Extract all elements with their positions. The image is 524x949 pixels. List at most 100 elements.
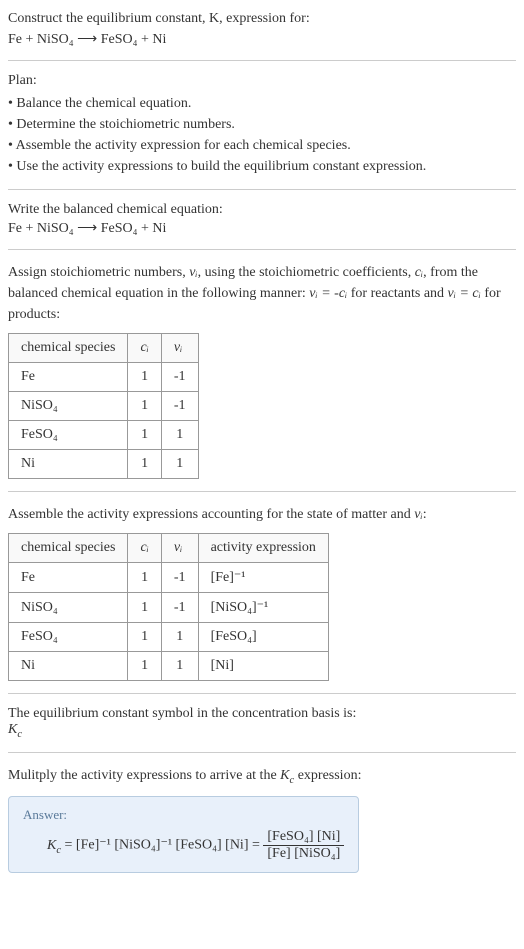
reaction-equation: Fe + NiSO₄ ⟶ FeSO₄ + Ni (8, 31, 516, 48)
cell-ci: 1 (128, 392, 161, 421)
plan-section: Plan: Balance the chemical equation. Det… (8, 73, 516, 177)
cell-species: FeSO₄ (9, 623, 128, 652)
cell-ci: 1 (128, 421, 161, 450)
construct-text: Construct the equilibrium constant, K, e… (8, 8, 516, 29)
multiply-section: Mulitply the activity expressions to arr… (8, 765, 516, 874)
c-i: cᵢ (415, 265, 423, 280)
cell-ci: 1 (128, 363, 161, 392)
multiply-line: Mulitply the activity expressions to arr… (8, 765, 516, 789)
table-header-row: chemical species cᵢ νᵢ activity expressi… (9, 534, 329, 563)
eq-sign: = (61, 838, 76, 853)
stoich-table: chemical species cᵢ νᵢ Fe 1 -1 NiSO₄ 1 -… (8, 333, 199, 479)
cell-nui: -1 (161, 563, 198, 593)
kc-text: Kc (8, 722, 22, 737)
cell-nui: -1 (161, 593, 198, 623)
cell-expr: [NiSO₄]⁻¹ (198, 593, 328, 623)
table-header-row: chemical species cᵢ νᵢ (9, 334, 199, 363)
construct-prompt: Construct the equilibrium constant, K, e… (8, 8, 516, 48)
table-row: NiSO₄ 1 -1 [NiSO₄]⁻¹ (9, 593, 329, 623)
cell-species: Ni (9, 652, 128, 681)
term: [Fe]⁻¹ (76, 838, 111, 853)
cell-ci: 1 (128, 593, 161, 623)
divider (8, 189, 516, 190)
plan-list: Balance the chemical equation. Determine… (8, 93, 516, 177)
plan-item: Determine the stoichiometric numbers. (8, 114, 516, 135)
multiply-text: Mulitply the activity expressions to arr… (8, 768, 280, 783)
balanced-equation: Fe + NiSO₄ ⟶ FeSO₄ + Ni (8, 220, 516, 237)
nu-i: νᵢ (189, 265, 197, 280)
stoich-intro-text: for reactants and (347, 286, 447, 301)
cell-nui: 1 (161, 652, 198, 681)
col-expr: activity expression (198, 534, 328, 563)
cell-nui: 1 (161, 623, 198, 652)
kc-lhs: Kc (47, 838, 61, 853)
plan-title: Plan: (8, 73, 516, 89)
divider (8, 249, 516, 250)
divider (8, 60, 516, 61)
symbol-section: The equilibrium constant symbol in the c… (8, 706, 516, 740)
frac-numerator: [FeSO₄] [Ni] (263, 829, 344, 846)
kc-expression: Kc = [Fe]⁻¹ [NiSO₄]⁻¹ [FeSO₄] [Ni] = [Fe… (23, 829, 344, 862)
multiply-text: expression: (294, 768, 361, 783)
balanced-section: Write the balanced chemical equation: Fe… (8, 202, 516, 237)
term: [NiSO₄]⁻¹ (114, 838, 172, 853)
cell-ci: 1 (128, 623, 161, 652)
col-species: chemical species (9, 534, 128, 563)
table-row: NiSO₄ 1 -1 (9, 392, 199, 421)
table-row: Fe 1 -1 [Fe]⁻¹ (9, 563, 329, 593)
stoich-intro: Assign stoichiometric numbers, νᵢ, using… (8, 262, 516, 325)
cell-ci: 1 (128, 450, 161, 479)
cell-species: Fe (9, 363, 128, 392)
col-ci: cᵢ (128, 534, 161, 563)
table-row: Fe 1 -1 (9, 363, 199, 392)
activity-table: chemical species cᵢ νᵢ activity expressi… (8, 533, 329, 681)
cell-expr: [Ni] (198, 652, 328, 681)
kc-inline: Kc (280, 768, 294, 783)
kc-symbol: Kc (8, 722, 516, 740)
cell-species: Ni (9, 450, 128, 479)
cell-nui: 1 (161, 450, 198, 479)
construct-line: Construct the equilibrium constant, K, e… (8, 11, 310, 26)
cell-species: FeSO₄ (9, 421, 128, 450)
rule: νᵢ = -cᵢ (309, 286, 347, 301)
fraction: [FeSO₄] [Ni][Fe] [NiSO₄] (263, 829, 344, 862)
plan-item: Balance the chemical equation. (8, 93, 516, 114)
table-row: Ni 1 1 (9, 450, 199, 479)
balanced-title: Write the balanced chemical equation: (8, 202, 516, 218)
cell-expr: [FeSO₄] (198, 623, 328, 652)
term: [Ni] (225, 838, 248, 853)
activity-section: Assemble the activity expressions accoun… (8, 504, 516, 681)
cell-nui: -1 (161, 392, 198, 421)
cell-ci: 1 (128, 652, 161, 681)
divider (8, 491, 516, 492)
frac-denominator: [Fe] [NiSO₄] (263, 846, 344, 862)
answer-label: Answer: (23, 807, 344, 823)
col-nui: νᵢ (161, 534, 198, 563)
table-row: FeSO₄ 1 1 [FeSO₄] (9, 623, 329, 652)
activity-intro-text: : (423, 507, 427, 522)
cell-nui: -1 (161, 363, 198, 392)
plan-item: Use the activity expressions to build th… (8, 156, 516, 177)
cell-expr: [Fe]⁻¹ (198, 563, 328, 593)
rule: νᵢ = cᵢ (448, 286, 481, 301)
term: [FeSO₄] (176, 838, 222, 853)
symbol-line: The equilibrium constant symbol in the c… (8, 706, 516, 722)
cell-species: Fe (9, 563, 128, 593)
cell-species: NiSO₄ (9, 392, 128, 421)
stoich-section: Assign stoichiometric numbers, νᵢ, using… (8, 262, 516, 479)
plan-item: Assemble the activity expression for eac… (8, 135, 516, 156)
nu-i: νᵢ (414, 507, 422, 522)
col-nui: νᵢ (161, 334, 198, 363)
cell-species: NiSO₄ (9, 593, 128, 623)
divider (8, 693, 516, 694)
table-row: Ni 1 1 [Ni] (9, 652, 329, 681)
answer-box: Answer: Kc = [Fe]⁻¹ [NiSO₄]⁻¹ [FeSO₄] [N… (8, 796, 359, 873)
stoich-intro-text: , using the stoichiometric coefficients, (198, 265, 415, 280)
col-ci: cᵢ (128, 334, 161, 363)
activity-intro-text: Assemble the activity expressions accoun… (8, 507, 414, 522)
table-row: FeSO₄ 1 1 (9, 421, 199, 450)
stoich-intro-text: Assign stoichiometric numbers, (8, 265, 189, 280)
divider (8, 752, 516, 753)
activity-intro: Assemble the activity expressions accoun… (8, 504, 516, 525)
cell-nui: 1 (161, 421, 198, 450)
